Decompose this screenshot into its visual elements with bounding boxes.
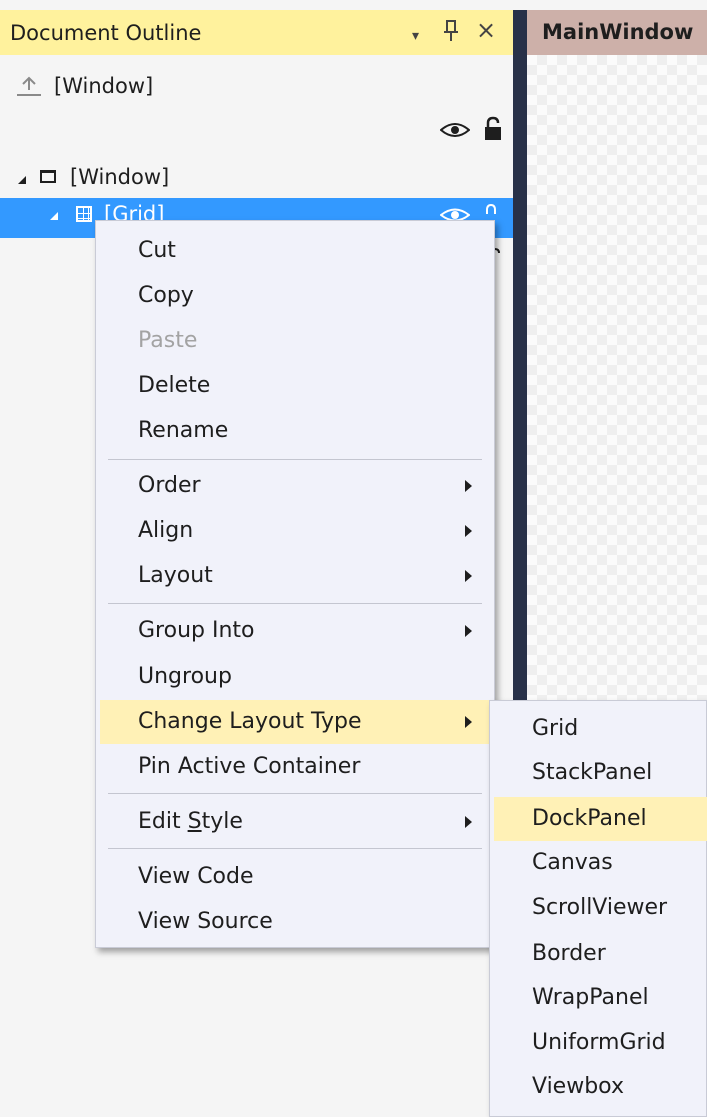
submenu-item-viewbox[interactable]: Viewbox <box>494 1065 707 1109</box>
menu-item-label: Edit Style <box>138 809 243 834</box>
design-surface[interactable] <box>527 55 707 700</box>
menu-item-order[interactable]: Order <box>100 464 490 508</box>
panel-title: Document Outline <box>10 21 202 45</box>
submenu-item-label: Grid <box>532 716 579 741</box>
menu-item-delete[interactable]: Delete <box>100 364 490 408</box>
menu-item-label: Ungroup <box>138 664 232 689</box>
access-key: S <box>187 809 202 834</box>
menu-item-group-into[interactable]: Group Into <box>100 609 490 653</box>
tree-item-window[interactable]: [Window] <box>0 158 513 198</box>
dropdown-icon[interactable]: ▾ <box>412 24 419 48</box>
submenu-item-wrappanel[interactable]: WrapPanel <box>494 976 707 1020</box>
submenu-arrow-icon <box>465 716 472 728</box>
menu-item-edit-style[interactable]: Edit Style <box>100 800 490 844</box>
menu-separator <box>108 848 482 849</box>
label-part: tyle <box>201 809 243 834</box>
menu-item-label: Paste <box>138 328 198 353</box>
menu-item-label: Copy <box>138 283 194 308</box>
submenu-item-canvas[interactable]: Canvas <box>494 841 707 885</box>
submenu-arrow-icon <box>465 625 472 637</box>
submenu-item-stackpanel[interactable]: StackPanel <box>494 751 707 795</box>
submenu-item-uniformgrid[interactable]: UniformGrid <box>494 1021 707 1065</box>
menu-item-label: Pin Active Container <box>138 754 361 779</box>
menu-item-label: Order <box>138 473 201 498</box>
scope-up-item[interactable]: [Window] <box>0 68 513 108</box>
pin-icon[interactable] <box>444 20 458 47</box>
submenu-item-label: ScrollViewer <box>532 895 668 920</box>
window-icon <box>40 170 56 183</box>
panel-header: Document Outline ▾ × <box>0 10 513 55</box>
submenu-item-label: Border <box>532 941 606 966</box>
menu-item-view-source[interactable]: View Source <box>100 900 490 944</box>
menu-separator <box>108 793 482 794</box>
document-tab[interactable]: MainWindow <box>527 10 707 55</box>
submenu-item-border[interactable]: Border <box>494 932 707 976</box>
lock-icon[interactable] <box>483 116 503 142</box>
context-menu: Cut Copy Paste Delete Rename Order Align… <box>95 220 495 948</box>
menu-item-label: Align <box>138 518 194 543</box>
submenu-item-scrollviewer[interactable]: ScrollViewer <box>494 886 707 930</box>
menu-item-rename[interactable]: Rename <box>100 409 490 453</box>
submenu-arrow-icon <box>465 480 472 492</box>
submenu-item-label: Canvas <box>532 850 613 875</box>
grid-icon <box>76 206 92 222</box>
tree-item-label: [Window] <box>70 165 170 189</box>
menu-item-label: Group Into <box>138 618 255 643</box>
submenu-arrow-icon <box>465 816 472 828</box>
submenu-item-dockpanel[interactable]: DockPanel <box>494 797 707 841</box>
submenu-item-label: UniformGrid <box>532 1030 666 1055</box>
menu-item-label: Cut <box>138 238 176 263</box>
menu-item-view-code[interactable]: View Code <box>100 855 490 899</box>
close-icon[interactable]: × <box>476 18 496 42</box>
scope-up-icon <box>17 76 41 96</box>
label-part: Edit <box>138 809 188 834</box>
menu-item-cut[interactable]: Cut <box>100 229 490 273</box>
menu-item-ungroup[interactable]: Ungroup <box>100 655 490 699</box>
submenu-arrow-icon <box>465 570 472 582</box>
menu-item-copy[interactable]: Copy <box>100 274 490 318</box>
menu-item-paste: Paste <box>100 319 490 363</box>
document-tab-label: MainWindow <box>542 20 694 44</box>
submenu-item-label: DockPanel <box>532 806 647 831</box>
layout-type-submenu: Grid StackPanel DockPanel Canvas ScrollV… <box>489 700 707 1117</box>
submenu-item-label: StackPanel <box>532 760 653 785</box>
menu-item-label: View Code <box>138 864 254 889</box>
menu-item-label: Change Layout Type <box>138 709 362 734</box>
submenu-item-label: WrapPanel <box>532 985 649 1010</box>
menu-item-pin-active-container[interactable]: Pin Active Container <box>100 745 490 789</box>
panel-splitter[interactable] <box>513 10 527 700</box>
expand-triangle-icon[interactable] <box>50 212 58 220</box>
menu-item-label: Layout <box>138 563 213 588</box>
menu-item-layout[interactable]: Layout <box>100 554 490 598</box>
eye-icon[interactable] <box>440 120 470 140</box>
menu-separator <box>108 459 482 460</box>
menu-item-change-layout-type[interactable]: Change Layout Type <box>100 700 490 744</box>
menu-separator <box>108 603 482 604</box>
menu-item-align[interactable]: Align <box>100 509 490 553</box>
expand-triangle-icon[interactable] <box>18 176 26 184</box>
submenu-item-grid[interactable]: Grid <box>494 707 707 751</box>
menu-item-label: Rename <box>138 418 229 443</box>
scope-up-label: [Window] <box>54 74 154 98</box>
submenu-item-label: Viewbox <box>532 1074 624 1099</box>
menu-item-label: View Source <box>138 909 273 934</box>
submenu-arrow-icon <box>465 525 472 537</box>
menu-item-label: Delete <box>138 373 211 398</box>
